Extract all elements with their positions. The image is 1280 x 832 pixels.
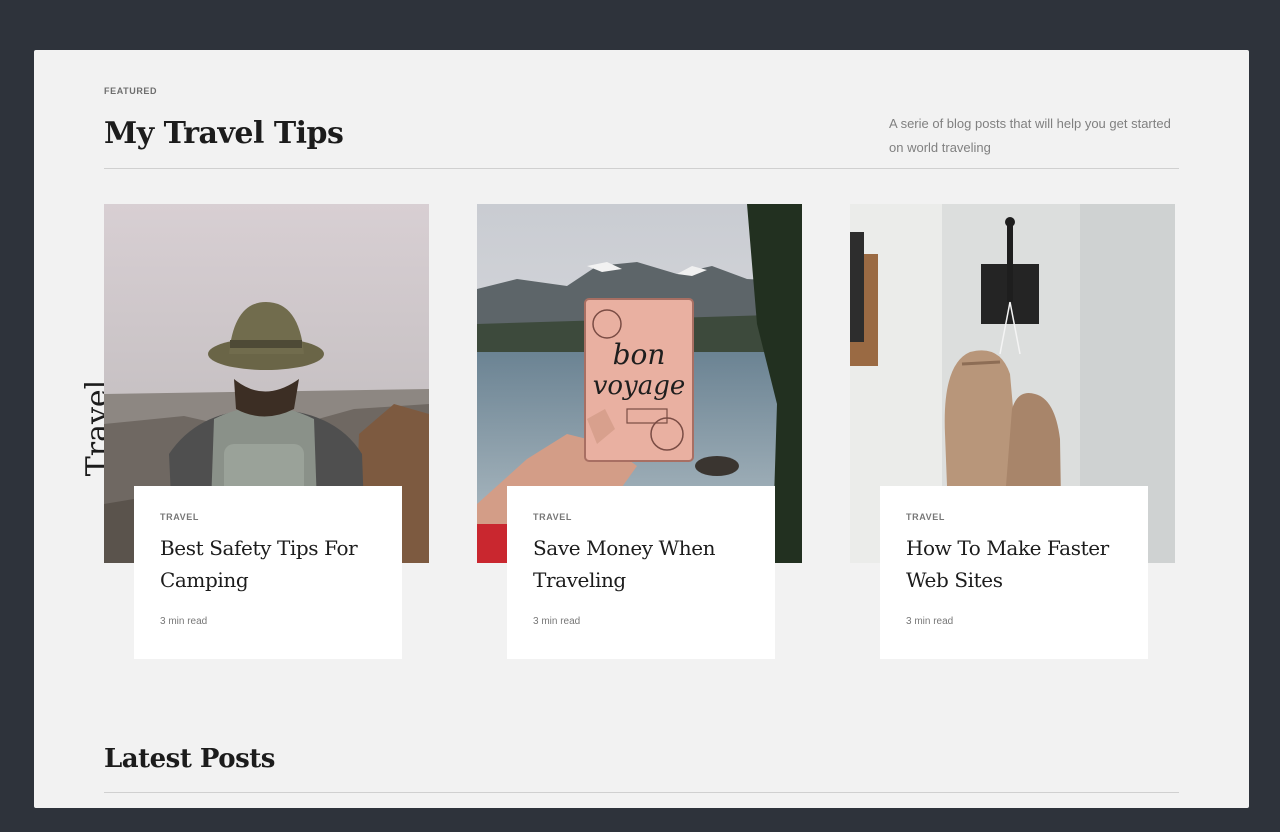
post-card-money[interactable]: bon voyage TRAVEL Save Money When Travel… bbox=[477, 204, 802, 659]
svg-text:bon: bon bbox=[613, 338, 666, 371]
post-card-camping[interactable]: TRAVEL Best Safety Tips For Camping 3 mi… bbox=[104, 204, 429, 659]
post-card-body: TRAVEL Best Safety Tips For Camping 3 mi… bbox=[134, 486, 402, 659]
post-title[interactable]: Best Safety Tips For Camping bbox=[160, 532, 376, 596]
content-panel: Travel FEATURED My Travel Tips A serie o… bbox=[34, 50, 1249, 808]
post-card-body: TRAVEL How To Make Faster Web Sites 3 mi… bbox=[880, 486, 1148, 659]
section-eyebrow: FEATURED bbox=[104, 86, 158, 96]
post-category[interactable]: TRAVEL bbox=[160, 512, 376, 522]
post-title[interactable]: How To Make Faster Web Sites bbox=[906, 532, 1122, 596]
read-time: 3 min read bbox=[160, 616, 208, 627]
latest-posts-divider bbox=[104, 792, 1179, 793]
post-category[interactable]: TRAVEL bbox=[906, 512, 1122, 522]
post-card-websites[interactable]: TRAVEL How To Make Faster Web Sites 3 mi… bbox=[850, 204, 1175, 659]
read-time: 3 min read bbox=[906, 616, 954, 627]
read-time: 3 min read bbox=[533, 616, 581, 627]
section-description: A serie of blog posts that will help you… bbox=[889, 116, 1171, 155]
section-title: My Travel Tips bbox=[104, 116, 344, 151]
latest-posts-title: Latest Posts bbox=[104, 744, 275, 774]
post-card-body: TRAVEL Save Money When Traveling 3 min r… bbox=[507, 486, 775, 659]
post-title[interactable]: Save Money When Traveling bbox=[533, 532, 749, 596]
section-divider bbox=[104, 168, 1179, 169]
post-category[interactable]: TRAVEL bbox=[533, 512, 749, 522]
svg-text:voyage: voyage bbox=[593, 371, 686, 401]
